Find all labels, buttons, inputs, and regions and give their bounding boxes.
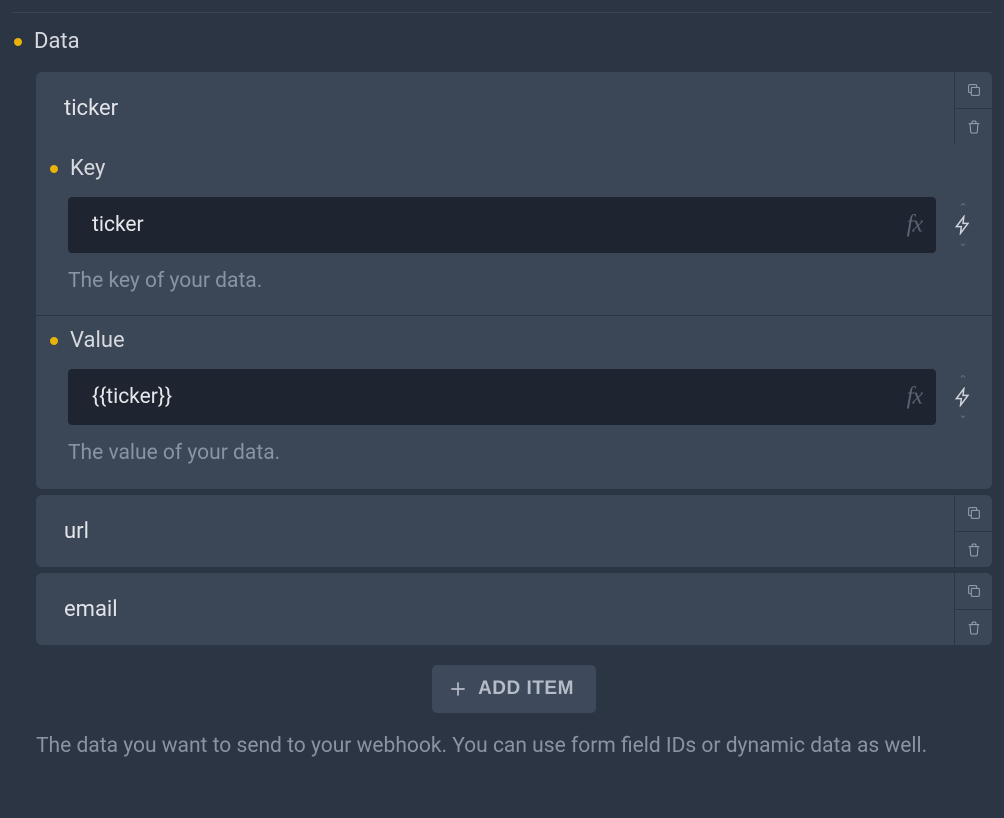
field-label-key: Key (70, 156, 105, 181)
bolt-icon (953, 215, 973, 235)
add-item-button[interactable]: ADD ITEM (432, 665, 596, 713)
trash-icon (966, 119, 982, 135)
add-item-label: ADD ITEM (478, 678, 574, 700)
chevron-down-icon: ⌄ (958, 237, 967, 248)
duplicate-icon (966, 583, 982, 599)
duplicate-item-button[interactable] (955, 72, 992, 108)
duplicate-icon (966, 505, 982, 521)
bolt-icon (953, 387, 973, 407)
value-input[interactable] (68, 369, 936, 425)
field-label-value: Value (70, 328, 125, 353)
data-item-name[interactable]: url (36, 495, 954, 567)
field-value: Value fx ⌃ ⌄ The value of your da (36, 316, 992, 487)
data-item-url: url (36, 495, 992, 567)
bullet-icon (50, 165, 58, 173)
section-header: Data (12, 29, 992, 54)
bullet-icon (50, 337, 58, 345)
chevron-up-icon: ⌃ (958, 202, 967, 213)
bullet-icon (14, 38, 22, 46)
dynamic-insert-button[interactable]: ⌃ ⌄ (946, 374, 980, 420)
data-item-name[interactable]: ticker (36, 72, 954, 144)
delete-item-button[interactable] (955, 609, 992, 645)
panel-top-divider (12, 12, 992, 13)
field-key: Key fx ⌃ ⌄ The key of your data. (36, 144, 992, 315)
trash-icon (966, 620, 982, 636)
data-item-name[interactable]: email (36, 573, 954, 645)
field-hint-value: The value of your data. (36, 425, 992, 471)
delete-item-button[interactable] (955, 108, 992, 144)
data-item-ticker: ticker Key (36, 72, 992, 489)
dynamic-insert-button[interactable]: ⌃ ⌄ (946, 202, 980, 248)
section-title: Data (34, 29, 80, 54)
trash-icon (966, 542, 982, 558)
delete-item-button[interactable] (955, 531, 992, 567)
field-hint-key: The key of your data. (36, 253, 992, 299)
duplicate-icon (966, 82, 982, 98)
duplicate-item-button[interactable] (955, 573, 992, 609)
key-input[interactable] (68, 197, 936, 253)
data-item-email: email (36, 573, 992, 645)
duplicate-item-button[interactable] (955, 495, 992, 531)
chevron-down-icon: ⌄ (958, 409, 967, 420)
chevron-up-icon: ⌃ (958, 374, 967, 385)
section-hint: The data you want to send to your webhoo… (12, 731, 992, 763)
plus-icon (448, 679, 468, 699)
